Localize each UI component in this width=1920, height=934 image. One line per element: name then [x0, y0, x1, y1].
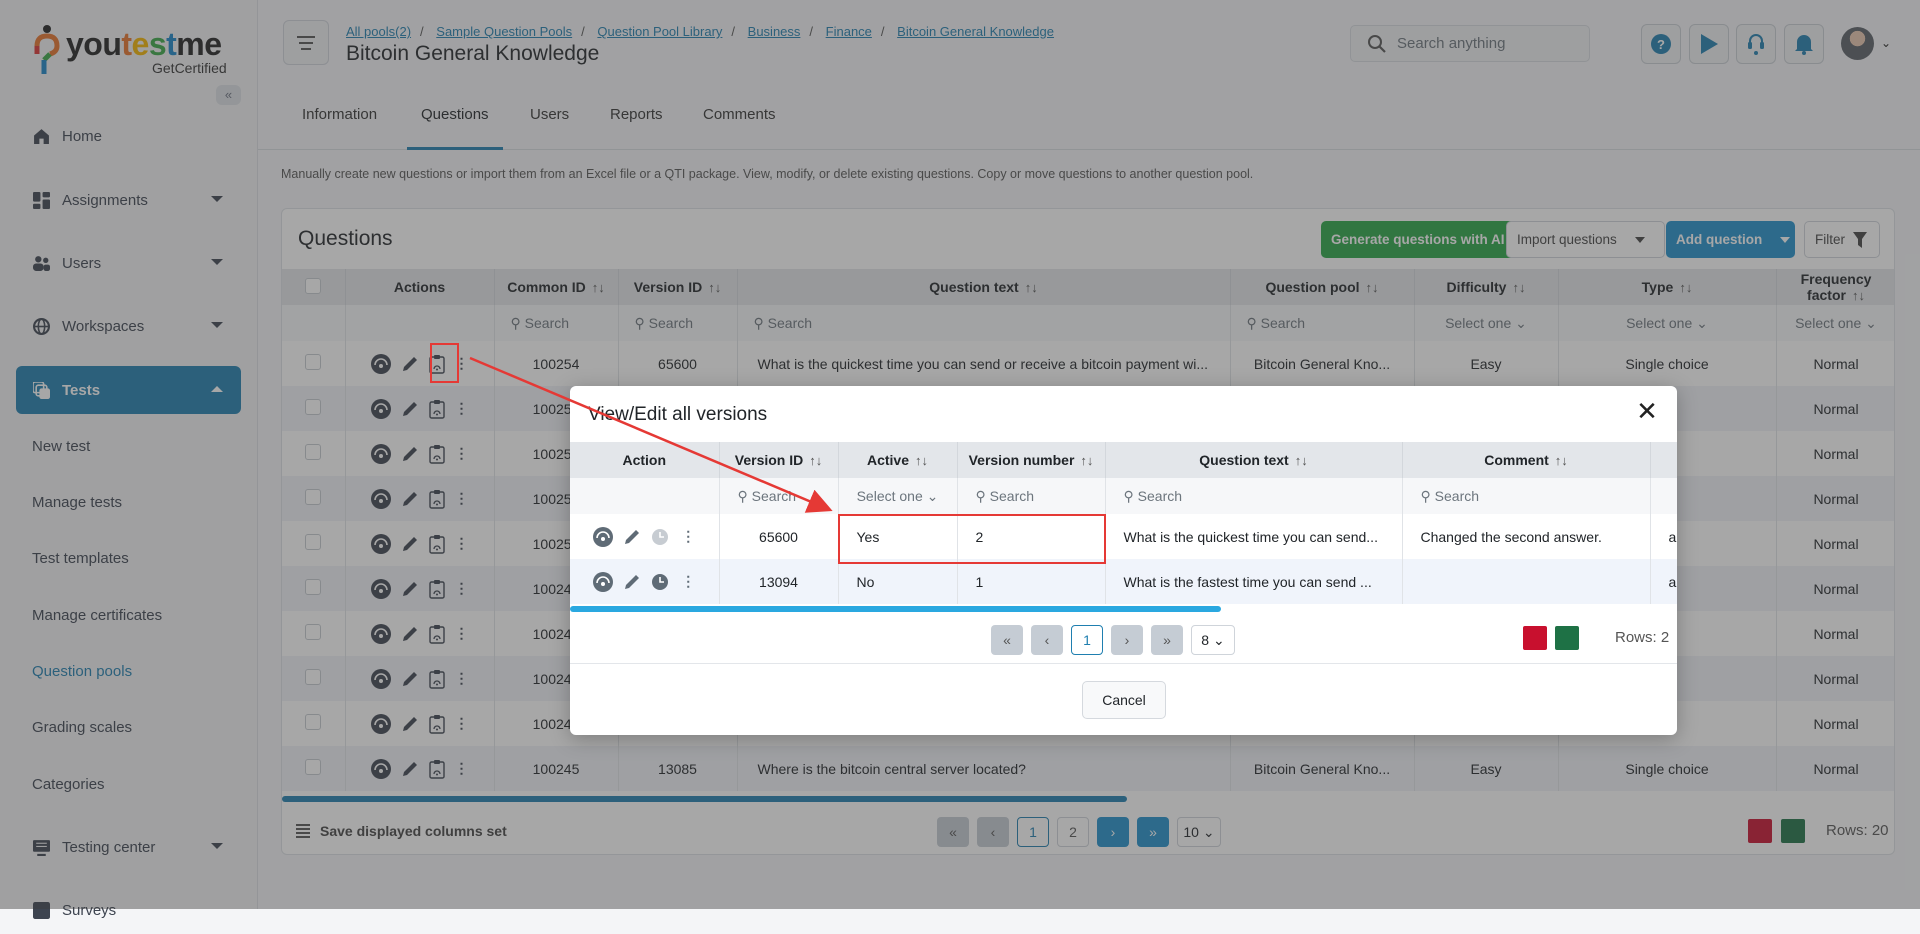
cell-extra: a: [1650, 514, 1677, 559]
column-header-comment[interactable]: Comment ↑↓: [1402, 442, 1651, 478]
cancel-button[interactable]: Cancel: [1082, 681, 1166, 719]
column-label: Question text: [1199, 452, 1289, 468]
first-page-button[interactable]: «: [991, 625, 1023, 655]
active-select[interactable]: Select one ⌄: [838, 478, 958, 514]
filter-row: ⚲ Search Select one ⌄ ⚲ Search ⚲ Search …: [570, 478, 1677, 514]
sort-icon[interactable]: ↑↓: [809, 453, 822, 468]
sort-icon[interactable]: ↑↓: [1080, 453, 1093, 468]
table-header-row: Action Version ID ↑↓ Active ↑↓ Version num…: [570, 442, 1677, 478]
row-actions: ⋮: [570, 514, 720, 559]
modal-pagination: « ‹ 1 › » 8 ⌄: [991, 625, 1235, 655]
modal-table-footer: « ‹ 1 › » 8 ⌄ Rows: 2: [570, 612, 1677, 664]
activate-version-icon[interactable]: [651, 572, 671, 592]
search-placeholder: Search: [1137, 487, 1183, 504]
more-options-icon[interactable]: ⋮: [681, 528, 695, 545]
annotation-highlight-versions-icon: [430, 343, 459, 383]
edit-icon[interactable]: [623, 528, 641, 546]
table-row: ⋮ 65600 Yes 2 What is the quickest time …: [570, 514, 1677, 559]
annotation-highlight-active-version: [838, 514, 1106, 564]
column-label: Comment: [1484, 452, 1549, 468]
select-placeholder: Select one: [856, 487, 923, 504]
column-header-version-number[interactable]: Version number ↑↓: [957, 442, 1106, 478]
search-placeholder: Search: [989, 487, 1035, 504]
column-label: Active: [866, 452, 910, 468]
column-label: Version ID: [734, 452, 804, 468]
cell-question-text: What is the quickest time you can send..…: [1105, 514, 1403, 559]
version-number-search-input[interactable]: ⚲ Search: [957, 478, 1106, 514]
edit-icon[interactable]: [623, 573, 641, 591]
next-page-button[interactable]: ›: [1111, 625, 1143, 655]
export-pdf-icon[interactable]: [1523, 626, 1547, 650]
column-header-version-id[interactable]: Version ID ↑↓: [719, 442, 839, 478]
versions-table: Action Version ID ↑↓ Active ↑↓ Version num…: [570, 442, 1677, 604]
search-placeholder: Search: [751, 487, 797, 504]
sort-icon[interactable]: ↑↓: [1295, 453, 1308, 468]
preview-icon[interactable]: [593, 571, 614, 592]
modal-title: View/Edit all versions: [588, 404, 768, 425]
column-label: Version number: [968, 452, 1075, 468]
more-options-icon[interactable]: ⋮: [681, 573, 695, 590]
cell-version-id: 65600: [719, 514, 839, 559]
row-actions: ⋮: [570, 559, 720, 604]
comment-search-input[interactable]: ⚲ Search: [1402, 478, 1651, 514]
prev-page-button[interactable]: ‹: [1031, 625, 1063, 655]
view-edit-versions-modal: View/Edit all versions ✕ Action Version …: [570, 386, 1677, 735]
column-header-active[interactable]: Active ↑↓: [838, 442, 958, 478]
question-text-search-input[interactable]: ⚲ Search: [1105, 478, 1403, 514]
cell-extra: a: [1650, 559, 1677, 604]
filter-cell-empty: [1650, 478, 1677, 514]
activate-version-icon: [652, 528, 669, 545]
cell-question-text: What is the fastest time you can send ..…: [1105, 559, 1403, 604]
rows-count: Rows: 2: [1615, 629, 1670, 646]
chevron-down-icon: ⌄: [1213, 631, 1225, 648]
search-placeholder: Search: [1434, 487, 1480, 504]
cell-active: No: [838, 559, 958, 604]
column-header-question-text[interactable]: Question text ↑↓: [1105, 442, 1403, 478]
page-button-1[interactable]: 1: [1071, 625, 1103, 655]
sort-icon[interactable]: ↑↓: [1555, 453, 1568, 468]
cell-comment: Changed the second answer.: [1402, 514, 1651, 559]
cell-comment: [1402, 559, 1651, 604]
close-icon[interactable]: ✕: [1635, 398, 1659, 424]
column-header-more: [1650, 442, 1677, 478]
table-row: ⋮ 13094 No 1 What is the fastest time yo…: [570, 559, 1677, 604]
export-excel-icon[interactable]: [1555, 626, 1579, 650]
cell-version-number: 1: [957, 559, 1106, 604]
preview-icon[interactable]: [593, 526, 614, 547]
page-size-select[interactable]: 8 ⌄: [1191, 625, 1235, 655]
column-header-action: Action: [570, 442, 720, 478]
sort-icon[interactable]: ↑↓: [915, 453, 928, 468]
filter-cell-empty: [570, 478, 720, 514]
cell-version-id: 13094: [719, 559, 839, 604]
version-id-search-input[interactable]: ⚲ Search: [719, 478, 839, 514]
page-size-value: 8: [1201, 632, 1210, 648]
last-page-button[interactable]: »: [1151, 625, 1183, 655]
